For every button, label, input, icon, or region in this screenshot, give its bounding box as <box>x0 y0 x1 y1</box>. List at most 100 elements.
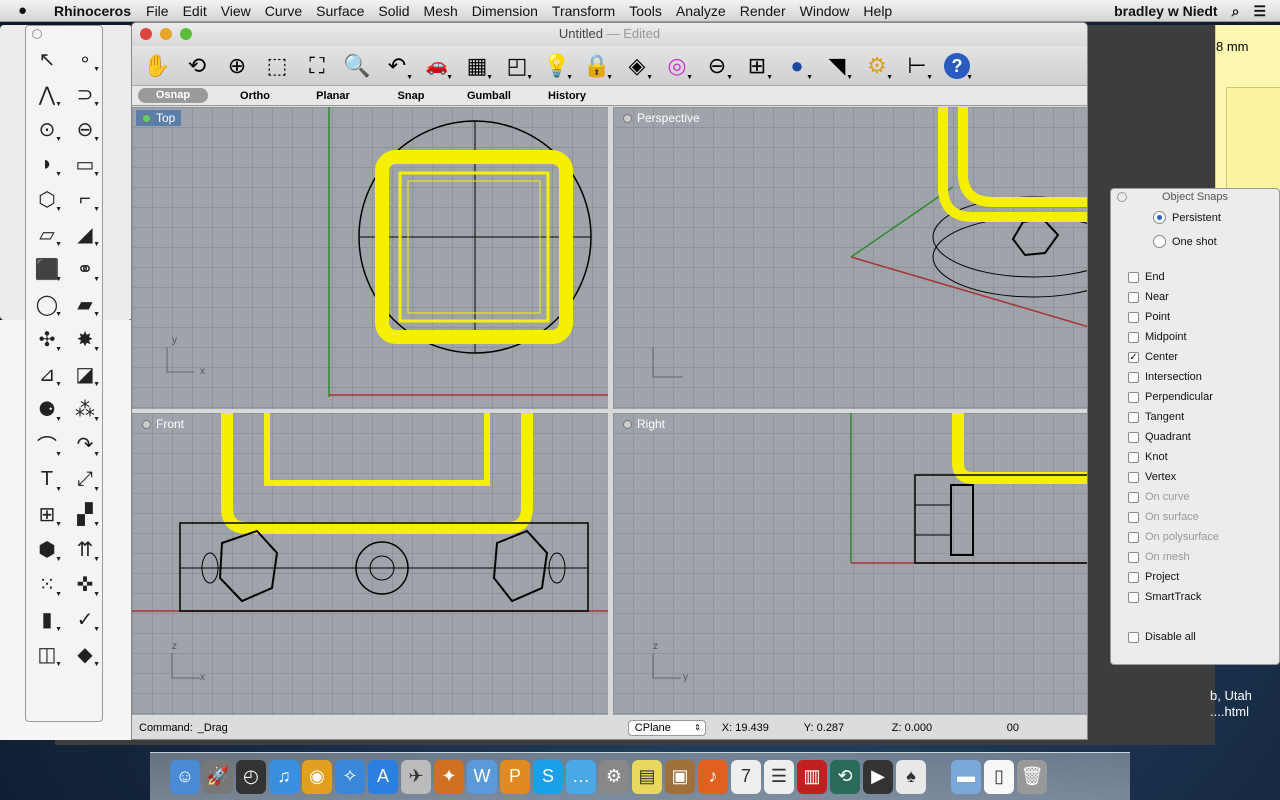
viewport-perspective[interactable]: Perspective <box>613 107 1087 409</box>
dimension-button[interactable]: ⊢ ▼ <box>900 49 934 83</box>
point-tool[interactable]: ∘ ▼ <box>66 42 104 77</box>
dvd-player-icon[interactable]: ▶ <box>863 759 893 794</box>
lock-button[interactable]: 🔒 ▼ <box>580 49 614 83</box>
toggle-ortho[interactable]: Ortho <box>216 90 294 102</box>
skype-icon[interactable]: S <box>533 759 563 794</box>
snap-mode-persistent[interactable]: Persistent <box>1153 211 1221 224</box>
checkbox[interactable] <box>1128 631 1139 643</box>
word-icon[interactable]: W <box>467 759 497 794</box>
snap-knot[interactable]: Knot <box>1128 451 1168 463</box>
viewport-label-top[interactable]: Top <box>136 110 182 126</box>
snap-project[interactable]: Project <box>1128 571 1179 583</box>
audacity-icon[interactable]: ♪ <box>698 759 728 794</box>
arc-tool[interactable]: ◗ ▼ <box>28 147 66 182</box>
chrome-icon[interactable]: ◉ <box>302 759 332 794</box>
curve-tools-tool[interactable]: ↷ ▼ <box>66 427 104 462</box>
documents-folder-icon[interactable]: ▬ <box>951 759 981 794</box>
analyze-tool[interactable]: ▮ ▼ <box>28 602 66 637</box>
pages-icon[interactable]: P <box>500 759 530 794</box>
viewport-label-front[interactable]: Front <box>136 416 190 432</box>
zoom-in-out-button[interactable]: ⊕ <box>220 49 254 83</box>
surface-patch-tool[interactable]: ▰ ▼ <box>66 287 104 322</box>
checkbox[interactable] <box>1128 391 1139 403</box>
viewport-right[interactable]: Right z y <box>613 413 1087 715</box>
trim-tool[interactable]: ⊿ ▼ <box>28 357 66 392</box>
surface-tool[interactable]: ▱ ▼ <box>28 217 66 252</box>
grid-sphere-button[interactable]: ⊞ ▼ <box>740 49 774 83</box>
cplane-select[interactable]: CPlane ⇕ <box>627 720 706 736</box>
rotate-view-button[interactable]: ⟲ <box>180 49 214 83</box>
render-tool[interactable]: ◫ ▼ <box>28 637 66 672</box>
checkbox[interactable] <box>1128 571 1139 583</box>
checkbox[interactable]: ✓ <box>1128 351 1139 363</box>
zoom-button[interactable] <box>180 28 192 40</box>
checkbox[interactable] <box>1128 591 1139 603</box>
car-named-views-button[interactable]: 🚗 ▼ <box>420 49 454 83</box>
help-button[interactable]: ? ▼ <box>940 49 974 83</box>
cylinder-tool[interactable]: ◯ ▼ <box>28 287 66 322</box>
color-wheel-button[interactable]: ◎ ▼ <box>660 49 694 83</box>
layers-button[interactable]: ◈ ▼ <box>620 49 654 83</box>
rectangle-tool[interactable]: ▭ ▼ <box>66 147 104 182</box>
stickies-icon[interactable]: ▤ <box>632 759 662 794</box>
preview-icon[interactable]: ✈ <box>401 759 431 794</box>
iphoto-icon[interactable]: ▣ <box>665 759 695 794</box>
snap-tangent[interactable]: Tangent <box>1128 411 1184 423</box>
toggle-planar[interactable]: Planar <box>294 90 372 102</box>
checkbox[interactable] <box>1128 471 1139 483</box>
circle-tool[interactable]: ⊙ ▼ <box>28 112 66 147</box>
spotlight-search-icon[interactable]: ⌕ <box>1232 3 1240 20</box>
undo-view-button[interactable]: ↶ ▼ <box>380 49 414 83</box>
checkbox[interactable] <box>1128 371 1139 383</box>
toggle-gumball[interactable]: Gumball <box>450 90 528 102</box>
zoom-window-button[interactable]: ⬚ <box>260 49 294 83</box>
checkbox[interactable] <box>1128 451 1139 463</box>
array-tool[interactable]: ⊞ ▼ <box>28 497 66 532</box>
radio-button[interactable] <box>1153 235 1166 248</box>
snap-smarttrack[interactable]: SmartTrack <box>1128 591 1201 603</box>
pan-hand-button[interactable]: ✋ <box>140 49 174 83</box>
itunes-icon[interactable]: ♫ <box>269 759 299 794</box>
checkbox[interactable] <box>1128 311 1139 323</box>
blender-icon[interactable]: ✦ <box>434 759 464 794</box>
snap-center[interactable]: ✓ Center <box>1128 351 1178 363</box>
viewport-front[interactable]: Front z x <box>132 413 608 715</box>
apple-menu-icon[interactable]: ● <box>18 2 40 19</box>
photo-booth-icon[interactable]: ▥ <box>797 759 827 794</box>
check-tool[interactable]: ✓ ▼ <box>66 602 104 637</box>
puzzle-tool[interactable]: ✣ ▼ <box>28 322 66 357</box>
command-input[interactable]: _Drag <box>198 722 628 734</box>
user-name[interactable]: bradley w Niedt <box>1114 3 1217 19</box>
loft-tool[interactable]: ◢ ▼ <box>66 217 104 252</box>
checkbox[interactable] <box>1128 291 1139 303</box>
messages-icon[interactable]: … <box>566 759 596 794</box>
snap-quadrant[interactable]: Quadrant <box>1128 431 1191 443</box>
grid-array-tool[interactable]: ⁙ ▼ <box>28 567 66 602</box>
menu-app-name[interactable]: Rhinoceros <box>40 3 139 19</box>
object-snaps-shapes-button[interactable]: ◰ ▼ <box>500 49 534 83</box>
snap-point[interactable]: Point <box>1128 311 1170 323</box>
menu-render[interactable]: Render <box>733 3 793 19</box>
menu-edit[interactable]: Edit <box>176 3 214 19</box>
select-arrow-tool[interactable]: ↖ <box>28 42 66 77</box>
viewport-top[interactable]: Top y x <box>132 107 608 409</box>
lightbulb-button[interactable]: 💡 ▼ <box>540 49 574 83</box>
gear-options-button[interactable]: ⚙ ▼ <box>860 49 894 83</box>
group-tool[interactable]: ⚈ ▼ <box>28 392 66 427</box>
transform-scale-tool[interactable]: ⤢ ▼ <box>66 462 104 497</box>
snap-perpendicular[interactable]: Perpendicular <box>1128 391 1213 403</box>
launchpad-icon[interactable]: 🚀 <box>203 759 233 794</box>
rendered-sphere-button[interactable]: ● ▼ <box>780 49 814 83</box>
menu-help[interactable]: Help <box>856 3 899 19</box>
title-bar[interactable]: Untitled — Edited <box>132 23 1087 46</box>
boolean-spheres-tool[interactable]: ⚭ ▼ <box>66 252 104 287</box>
menu-surface[interactable]: Surface <box>309 3 371 19</box>
offset-curve-tool[interactable]: ⌒ ▼ <box>28 427 66 462</box>
solitaire-icon[interactable]: ♠ <box>896 759 926 794</box>
fillet-tool[interactable]: ⌐ ▼ <box>66 182 104 217</box>
ungroup-tool[interactable]: ⁂ ▼ <box>66 392 104 427</box>
menu-window[interactable]: Window <box>793 3 857 19</box>
menu-analyze[interactable]: Analyze <box>669 3 733 19</box>
menu-view[interactable]: View <box>214 3 258 19</box>
menu-transform[interactable]: Transform <box>545 3 622 19</box>
